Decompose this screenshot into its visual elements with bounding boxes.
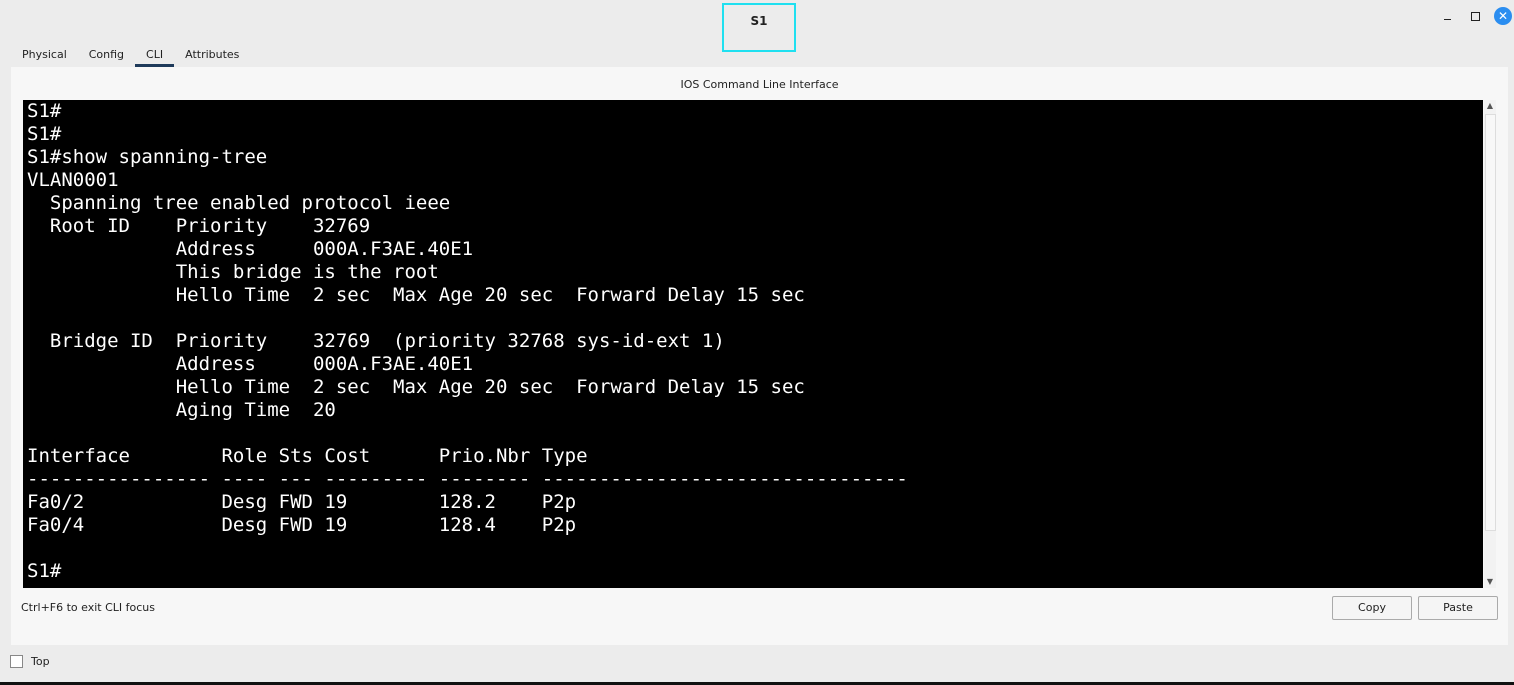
cli-panel-title: IOS Command Line Interface [680, 78, 839, 91]
tab-attributes[interactable]: Attributes [174, 43, 251, 67]
scroll-up-icon[interactable]: ▲ [1484, 100, 1496, 112]
close-icon: ✕ [1497, 9, 1509, 23]
window-titlebar: S1 ✕ [0, 0, 1514, 52]
maximize-button[interactable] [1467, 8, 1483, 24]
window-title-box: S1 [722, 3, 796, 52]
tab-config[interactable]: Config [77, 43, 136, 67]
copy-button[interactable]: Copy [1332, 596, 1412, 620]
cli-focus-hint: Ctrl+F6 to exit CLI focus [21, 601, 156, 614]
minimize-button[interactable] [1439, 8, 1455, 24]
paste-button[interactable]: Paste [1418, 596, 1498, 620]
top-option: Top [10, 654, 50, 668]
cli-output: S1# S1# S1#show spanning-tree VLAN0001 S… [27, 100, 908, 582]
cli-terminal[interactable]: S1# S1# S1#show spanning-tree VLAN0001 S… [23, 100, 1483, 588]
device-tabs: Physical Config CLI Attributes [11, 43, 251, 67]
top-label: Top [31, 654, 50, 668]
close-button[interactable]: ✕ [1494, 7, 1512, 25]
tab-physical[interactable]: Physical [11, 43, 78, 67]
top-checkbox[interactable] [10, 654, 23, 668]
window-title: S1 [750, 14, 768, 28]
tab-cli[interactable]: CLI [135, 43, 175, 67]
terminal-scrollbar[interactable]: ▲ ▼ [1484, 100, 1496, 588]
scroll-down-icon[interactable]: ▼ [1484, 576, 1496, 588]
scroll-thumb[interactable] [1485, 114, 1496, 531]
cli-panel: IOS Command Line Interface S1# S1# S1#sh… [11, 67, 1508, 645]
